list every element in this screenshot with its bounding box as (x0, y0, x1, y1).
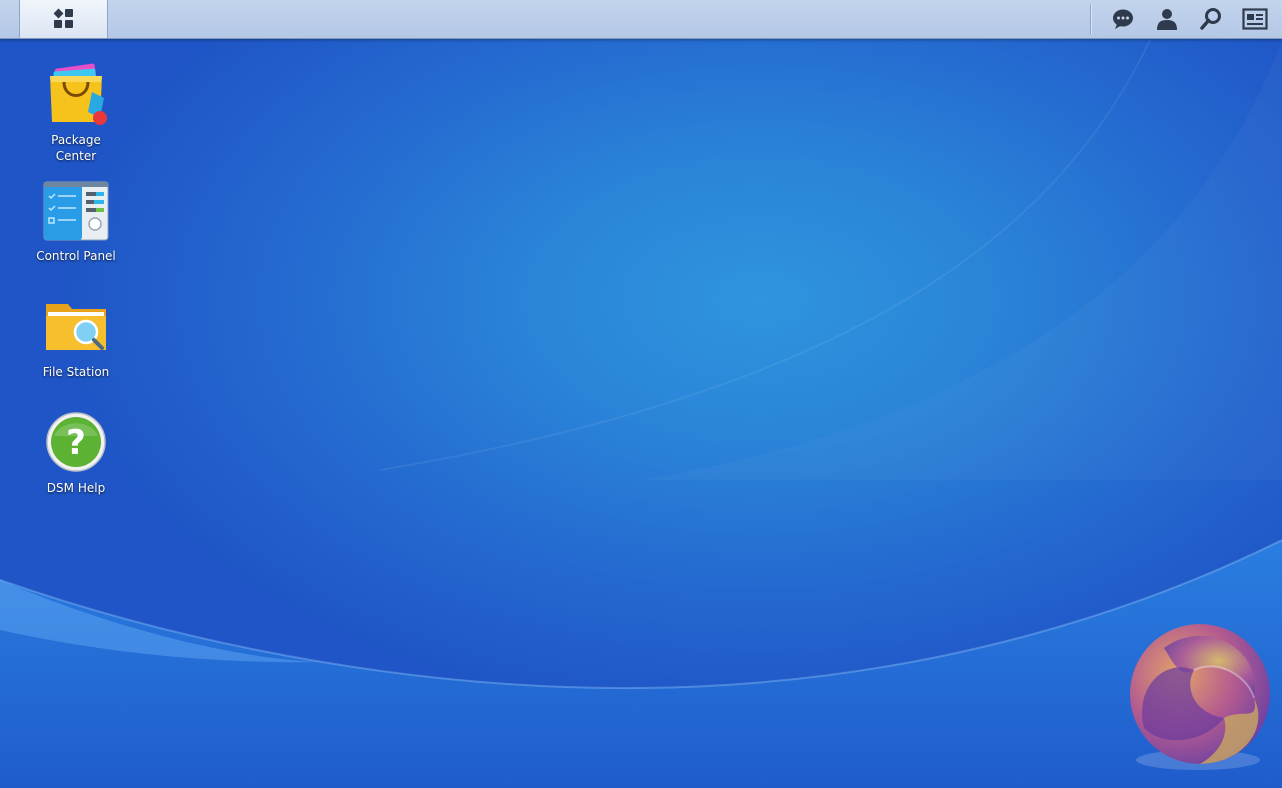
shortcut-control-panel[interactable]: Control Panel (28, 178, 124, 264)
search-button[interactable] (1196, 4, 1226, 34)
taskbar (0, 0, 1282, 39)
shortcut-package-center[interactable]: Package Center (28, 62, 124, 164)
search-icon (1200, 8, 1221, 30)
synology-logo-icon (1130, 624, 1270, 770)
package-center-icon (42, 62, 110, 130)
grid-icon (53, 8, 73, 28)
tray-separator (1090, 4, 1091, 34)
widgets-button[interactable] (1240, 4, 1270, 34)
main-menu-button[interactable] (19, 0, 108, 38)
dsm-help-icon: ? (42, 410, 110, 478)
notifications-button[interactable] (1108, 4, 1138, 34)
shortcut-label: DSM Help (46, 481, 106, 495)
control-panel-icon (42, 178, 110, 246)
shortcut-label: File Station (42, 365, 110, 379)
wallpaper (0, 39, 1282, 788)
desktop: Package Center Control Panel File Statio… (0, 0, 1282, 788)
widgets-icon (1242, 8, 1268, 30)
shortcut-label: Package Center (51, 133, 101, 163)
user-icon (1157, 9, 1177, 30)
shortcut-dsm-help[interactable]: ? DSM Help (28, 410, 124, 496)
svg-text:?: ? (66, 423, 86, 463)
file-station-icon (42, 294, 110, 362)
shortcut-file-station[interactable]: File Station (28, 294, 124, 380)
shortcut-label: Control Panel (36, 249, 116, 263)
user-button[interactable] (1152, 4, 1182, 34)
notifications-icon (1113, 9, 1133, 29)
